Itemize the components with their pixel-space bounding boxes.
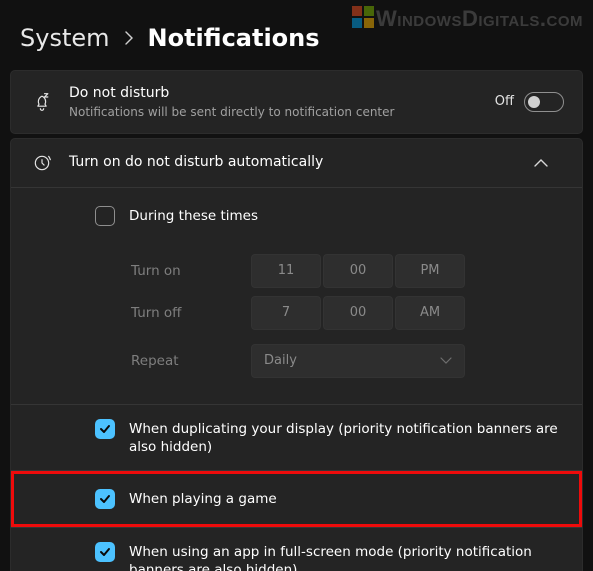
turn-on-ampm[interactable]: PM xyxy=(395,254,465,288)
checkbox-during-times[interactable] xyxy=(95,206,115,226)
clock-arrow-icon xyxy=(29,153,55,173)
chevron-right-icon xyxy=(124,31,134,45)
repeat-select[interactable]: Daily xyxy=(251,344,465,378)
label-during-times: During these times xyxy=(129,206,258,225)
bell-snooze-icon xyxy=(29,92,55,112)
dnd-toggle[interactable] xyxy=(524,92,564,112)
time-settings: Turn on 11 00 PM Turn off 7 00 AM xyxy=(11,240,582,404)
dnd-title: Do not disturb xyxy=(69,85,495,103)
checkbox-duplicating-display[interactable] xyxy=(95,419,115,439)
turn-off-minute[interactable]: 00 xyxy=(323,296,393,330)
dnd-card: Do not disturb Notifications will be sen… xyxy=(10,70,583,134)
breadcrumb: System Notifications xyxy=(0,0,593,70)
dnd-auto-card: Turn on do not disturb automatically Dur… xyxy=(10,138,583,571)
breadcrumb-parent[interactable]: System xyxy=(20,24,110,52)
chevron-down-icon xyxy=(440,357,452,365)
label-fullscreen-app: When using an app in full-screen mode (p… xyxy=(129,542,564,571)
repeat-label: Repeat xyxy=(131,353,251,369)
turn-off-hour[interactable]: 7 xyxy=(251,296,321,330)
turn-off-label: Turn off xyxy=(131,305,251,321)
option-playing-game[interactable]: When playing a game xyxy=(11,471,582,527)
option-during-times[interactable]: During these times xyxy=(11,192,582,240)
dnd-auto-header[interactable]: Turn on do not disturb automatically xyxy=(11,139,582,187)
turn-on-minute[interactable]: 00 xyxy=(323,254,393,288)
chevron-up-icon xyxy=(534,158,564,168)
checkbox-fullscreen-app[interactable] xyxy=(95,542,115,562)
turn-off-ampm[interactable]: AM xyxy=(395,296,465,330)
option-duplicating-display[interactable]: When duplicating your display (priority … xyxy=(11,405,582,470)
dnd-state-label: Off xyxy=(495,94,514,109)
label-playing-game: When playing a game xyxy=(129,489,277,508)
repeat-value: Daily xyxy=(264,353,297,368)
label-duplicating-display: When duplicating your display (priority … xyxy=(129,419,564,456)
option-fullscreen-app[interactable]: When using an app in full-screen mode (p… xyxy=(11,528,582,571)
dnd-auto-title: Turn on do not disturb automatically xyxy=(69,154,534,172)
checkbox-playing-game[interactable] xyxy=(95,489,115,509)
page-title: Notifications xyxy=(148,24,320,52)
turn-on-label: Turn on xyxy=(131,263,251,279)
dnd-subtitle: Notifications will be sent directly to n… xyxy=(69,105,495,119)
turn-on-hour[interactable]: 11 xyxy=(251,254,321,288)
